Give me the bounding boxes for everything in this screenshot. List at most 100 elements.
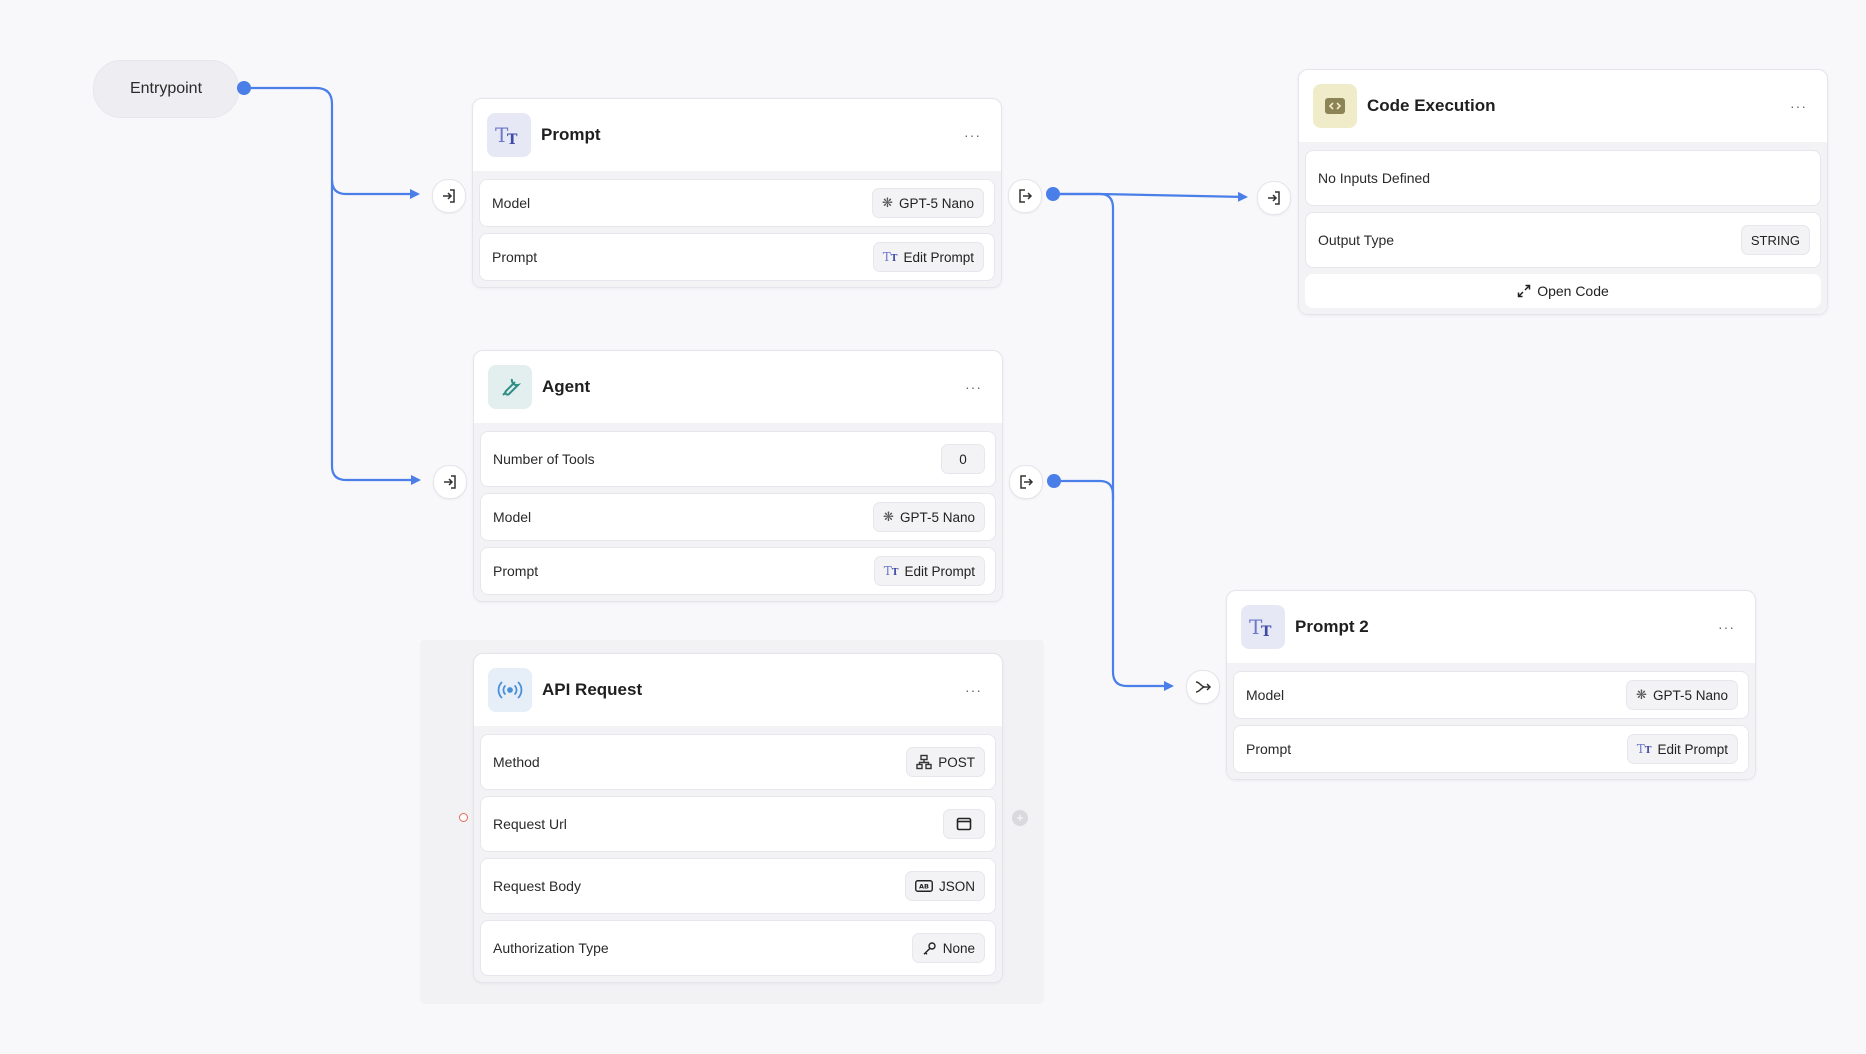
logout-arrow-icon: [1019, 189, 1033, 203]
logout-arrow-icon: [1020, 475, 1034, 489]
add-output-icon[interactable]: +: [1012, 810, 1028, 826]
model-value: GPT-5 Nano: [899, 509, 975, 525]
output-type-value: STRING: [1750, 232, 1800, 248]
browser-window-icon: [956, 817, 972, 831]
prompt-row: Prompt TT Edit Prompt: [479, 233, 995, 281]
wrench-icon: [488, 365, 532, 409]
prompt2-input-handle[interactable]: [1186, 670, 1220, 704]
agent-node-title: Agent: [542, 377, 591, 396]
agent-node[interactable]: Agent ··· Number of Tools 0 Model ❋ GPT-…: [473, 350, 1003, 602]
entrypoint-label: Entrypoint: [129, 80, 203, 97]
tools-count[interactable]: 0: [941, 444, 985, 474]
output-type-select[interactable]: STRING: [1740, 225, 1810, 255]
more-options-icon[interactable]: ···: [1718, 619, 1735, 635]
open-code-label: Open Code: [1537, 283, 1609, 299]
model-row: Model ❋ GPT-5 Nano: [480, 493, 996, 541]
entrypoint-node[interactable]: Entrypoint: [93, 60, 239, 118]
edit-prompt-label: Edit Prompt: [903, 249, 974, 265]
prompt2-node-header: TT Prompt 2 ···: [1227, 591, 1755, 663]
agent-input-handle[interactable]: [433, 465, 467, 499]
tools-label: Number of Tools: [493, 451, 595, 467]
request-body-label: Request Body: [493, 878, 581, 894]
model-select[interactable]: ❋ GPT-5 Nano: [873, 502, 985, 532]
model-select[interactable]: ❋ GPT-5 Nano: [1626, 680, 1738, 710]
code-execution-node-title: Code Execution: [1367, 96, 1496, 115]
more-options-icon[interactable]: ···: [965, 379, 982, 395]
api-request-node-header: API Request ···: [474, 654, 1002, 726]
prompt-label: Prompt: [492, 249, 538, 265]
no-inputs-label: No Inputs Defined: [1318, 170, 1431, 186]
agent-output-handle[interactable]: [1009, 465, 1043, 499]
prompt-node-title: Prompt: [541, 125, 601, 144]
expand-icon: [1517, 284, 1531, 298]
open-code-button[interactable]: Open Code: [1305, 274, 1821, 308]
tools-value: 0: [959, 451, 967, 467]
prompt-label: Prompt: [1246, 741, 1292, 757]
more-options-icon[interactable]: ···: [964, 127, 981, 143]
more-options-icon[interactable]: ···: [965, 682, 982, 698]
json-icon: AB: [915, 880, 933, 892]
text-type-icon: TT: [487, 113, 531, 157]
edge-prompt-to-code: [1053, 191, 1248, 202]
model-value: GPT-5 Nano: [1652, 687, 1728, 703]
api-request-error-handle[interactable]: [459, 813, 468, 822]
edit-prompt-button[interactable]: TT Edit Prompt: [873, 556, 985, 586]
text-type-icon: TT: [1636, 742, 1652, 756]
prompt-row: Prompt TT Edit Prompt: [480, 547, 996, 595]
prompt-label: Prompt: [493, 563, 539, 579]
code-execution-input-handle[interactable]: [1257, 181, 1291, 215]
authorization-row: Authorization Type None: [480, 920, 996, 976]
svg-text:AB: AB: [919, 883, 929, 891]
openai-icon: ❋: [1636, 687, 1647, 702]
api-request-node-title: API Request: [542, 680, 643, 699]
request-body-value: JSON: [938, 878, 975, 894]
prompt-node-header: TT Prompt ···: [473, 99, 1001, 171]
login-arrow-icon: [444, 475, 456, 489]
text-type-icon: TT: [883, 564, 899, 578]
api-request-node[interactable]: API Request ··· Method POST Request Url …: [473, 653, 1003, 983]
request-url-row: Request Url: [480, 796, 996, 852]
agent-output-dot[interactable]: [1047, 474, 1061, 488]
broadcast-icon: [488, 668, 532, 712]
openai-icon: ❋: [882, 195, 893, 210]
tools-row: Number of Tools 0: [480, 431, 996, 487]
edit-prompt-button[interactable]: TT Edit Prompt: [1626, 734, 1738, 764]
model-select[interactable]: ❋ GPT-5 Nano: [872, 188, 984, 218]
more-options-icon[interactable]: ···: [1790, 98, 1807, 114]
method-select[interactable]: POST: [906, 747, 985, 777]
openai-icon: ❋: [883, 509, 894, 524]
edge-prompt-to-prompt2: [1053, 192, 1174, 691]
edit-prompt-label: Edit Prompt: [904, 563, 975, 579]
prompt-output-handle[interactable]: [1008, 179, 1042, 213]
request-url-label: Request Url: [493, 816, 567, 832]
request-url-button[interactable]: [943, 809, 985, 839]
authorization-value: None: [942, 940, 975, 956]
entrypoint-output-handle[interactable]: [237, 81, 251, 95]
prompt-row: Prompt TT Edit Prompt: [1233, 725, 1749, 773]
model-label: Model: [492, 195, 531, 211]
code-execution-node[interactable]: Code Execution ··· No Inputs Defined Out…: [1298, 69, 1828, 315]
text-type-icon: TT: [1241, 605, 1285, 649]
prompt-input-handle[interactable]: [432, 179, 466, 213]
prompt-node[interactable]: TT Prompt ··· Model ❋ GPT-5 Nano Prompt …: [472, 98, 1002, 288]
model-row: Model ❋ GPT-5 Nano: [479, 179, 995, 227]
prompt-output-dot[interactable]: [1046, 187, 1060, 201]
inputs-row: No Inputs Defined: [1305, 150, 1821, 206]
model-label: Model: [1246, 687, 1285, 703]
edit-prompt-button[interactable]: TT Edit Prompt: [872, 242, 984, 272]
method-value: POST: [938, 754, 975, 770]
model-label: Model: [493, 509, 532, 525]
agent-node-header: Agent ···: [474, 351, 1002, 423]
edit-prompt-label: Edit Prompt: [1657, 741, 1728, 757]
text-type-icon: TT: [882, 250, 898, 264]
merge-arrow-icon: [1195, 681, 1212, 693]
method-label: Method: [493, 754, 540, 770]
edge-entry-to-agent: [330, 180, 421, 485]
authorization-select[interactable]: None: [911, 933, 985, 963]
request-body-select[interactable]: AB JSON: [904, 871, 985, 901]
prompt2-node[interactable]: TT Prompt 2 ··· Model ❋ GPT-5 Nano Promp…: [1226, 590, 1756, 780]
authorization-label: Authorization Type: [493, 940, 609, 956]
method-row: Method POST: [480, 734, 996, 790]
key-icon: [923, 941, 936, 955]
login-arrow-icon: [443, 189, 455, 203]
